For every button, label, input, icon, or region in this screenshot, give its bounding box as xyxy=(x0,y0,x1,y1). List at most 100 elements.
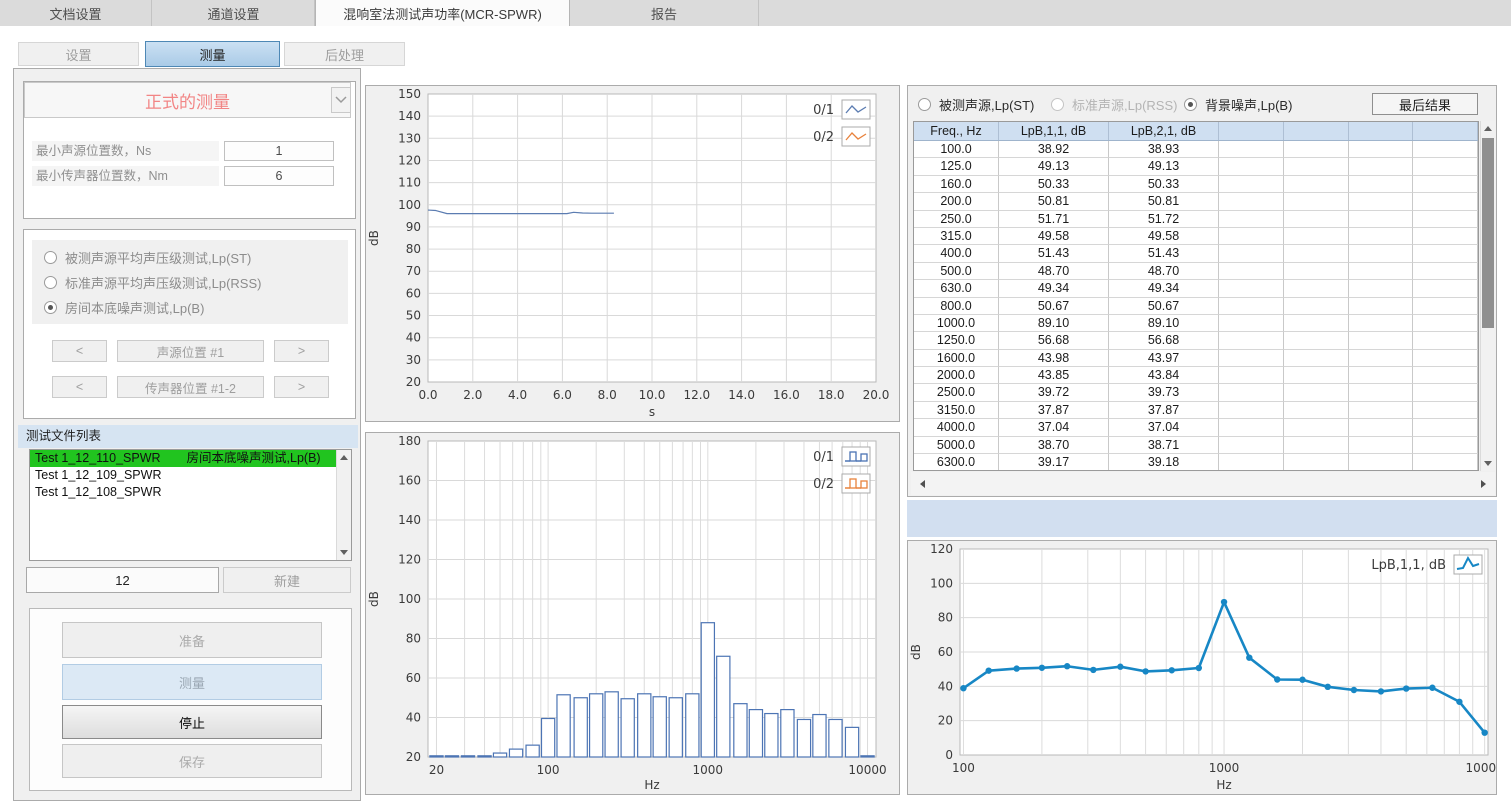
table-cell xyxy=(1284,454,1349,471)
table-row[interactable]: 315.049.5849.58 xyxy=(914,228,1478,245)
table-cell xyxy=(1349,437,1414,454)
subtab-settings[interactable]: 设置 xyxy=(18,42,139,66)
min-source-positions-field[interactable]: 1 xyxy=(224,141,334,161)
table-header-cell[interactable] xyxy=(1284,122,1349,140)
scroll-right-icon[interactable] xyxy=(1476,476,1491,491)
radio-circle-icon[interactable] xyxy=(1051,98,1064,111)
new-file-button[interactable]: 新建 xyxy=(223,567,351,593)
table-header-cell[interactable]: Freq., Hz xyxy=(914,122,999,140)
svg-text:20.0: 20.0 xyxy=(863,388,890,402)
svg-text:Hz: Hz xyxy=(644,778,659,792)
table-row[interactable]: 3150.037.8737.87 xyxy=(914,402,1478,419)
radio-lp-rss[interactable]: 标准声源平均声压级测试,Lp(RSS) xyxy=(44,273,261,291)
tab-document-settings[interactable]: 文档设置 xyxy=(0,0,152,26)
tab-report[interactable]: 报告 xyxy=(570,0,759,26)
list-item[interactable]: Test 1_12_108_SPWR xyxy=(30,484,351,501)
scrollbar-thumb[interactable] xyxy=(1482,138,1494,328)
table-cell xyxy=(1284,384,1349,401)
source-position-button[interactable]: 声源位置 #1 xyxy=(117,340,264,362)
radio-circle-icon[interactable] xyxy=(918,98,931,111)
table-vertical-scrollbar[interactable] xyxy=(1480,121,1495,471)
tab-channel-settings[interactable]: 通道设置 xyxy=(153,0,315,26)
table-row[interactable]: 1000.089.1089.10 xyxy=(914,315,1478,332)
scroll-down-icon[interactable] xyxy=(337,545,351,560)
table-row[interactable]: 500.048.7048.70 xyxy=(914,263,1478,280)
table-row[interactable]: 160.050.3350.33 xyxy=(914,176,1478,193)
table-horizontal-scrollbar[interactable] xyxy=(911,472,1495,495)
table-row[interactable]: 250.051.7151.72 xyxy=(914,211,1478,228)
svg-text:8.0: 8.0 xyxy=(598,388,617,402)
table-cell xyxy=(1413,263,1478,280)
save-button[interactable]: 保存 xyxy=(62,744,322,778)
table-row[interactable]: 630.049.3449.34 xyxy=(914,280,1478,297)
table-row[interactable]: 1600.043.9843.97 xyxy=(914,350,1478,367)
table-header-cell[interactable] xyxy=(1413,122,1478,140)
svg-text:70: 70 xyxy=(406,264,421,278)
table-row[interactable]: 6300.039.1739.18 xyxy=(914,454,1478,471)
result-radio-lp-st[interactable]: 被测声源,Lp(ST) xyxy=(918,95,1034,113)
table-header-cell[interactable] xyxy=(1349,122,1414,140)
table-cell: 38.70 xyxy=(999,437,1109,454)
table-cell: 39.17 xyxy=(999,454,1109,471)
measure-mode-dropdown[interactable]: 正式的测量 xyxy=(24,82,351,118)
stop-button[interactable]: 停止 xyxy=(62,705,322,739)
radio-circle-icon[interactable] xyxy=(1184,98,1197,111)
table-cell xyxy=(1349,350,1414,367)
tab-mcr-spwr[interactable]: 混响室法测试声功率(MCR-SPWR) xyxy=(315,0,570,26)
table-header-cell[interactable]: LpB,1,1, dB xyxy=(999,122,1109,140)
table-cell: 1000.0 xyxy=(914,315,999,332)
mic-position-prev-button[interactable]: < xyxy=(52,376,107,398)
table-row[interactable]: 400.051.4351.43 xyxy=(914,245,1478,262)
list-item[interactable]: Test 1_12_109_SPWR xyxy=(30,467,351,484)
table-header-cell[interactable]: LpB,2,1, dB xyxy=(1109,122,1219,140)
scroll-up-icon[interactable] xyxy=(1481,121,1495,136)
scroll-down-icon[interactable] xyxy=(1481,456,1495,471)
result-radio-lp-b[interactable]: 背景噪声,Lp(B) xyxy=(1184,95,1292,113)
subtab-measure[interactable]: 测量 xyxy=(145,41,280,67)
svg-text:160: 160 xyxy=(398,474,421,488)
source-position-next-button[interactable]: > xyxy=(274,340,329,362)
table-cell xyxy=(1284,141,1349,158)
radio-circle-icon[interactable] xyxy=(44,276,57,289)
radio-circle-icon[interactable] xyxy=(44,251,57,264)
min-mic-positions-field[interactable]: 6 xyxy=(224,166,334,186)
table-row[interactable]: 4000.037.0437.04 xyxy=(914,419,1478,436)
table-row[interactable]: 100.038.9238.93 xyxy=(914,141,1478,158)
table-row[interactable]: 125.049.1349.13 xyxy=(914,158,1478,175)
table-row[interactable]: 200.050.8150.81 xyxy=(914,193,1478,210)
table-row[interactable]: 5000.038.7038.71 xyxy=(914,437,1478,454)
table-cell: 39.73 xyxy=(1109,384,1219,401)
table-cell xyxy=(1284,245,1349,262)
final-result-button[interactable]: 最后结果 xyxy=(1372,93,1478,115)
table-row[interactable]: 1250.056.6856.68 xyxy=(914,332,1478,349)
prepare-button[interactable]: 准备 xyxy=(62,622,322,658)
table-row[interactable]: 2500.039.7239.73 xyxy=(914,384,1478,401)
table-cell: 48.70 xyxy=(999,263,1109,280)
table-row[interactable]: 2000.043.8543.84 xyxy=(914,367,1478,384)
table-cell: 37.04 xyxy=(1109,419,1219,436)
test-file-list[interactable]: Test 1_12_110_SPWR房间本底噪声测试,Lp(B)Test 1_1… xyxy=(29,449,352,561)
svg-text:12.0: 12.0 xyxy=(683,388,710,402)
file-count-button[interactable]: 12 xyxy=(26,567,219,593)
subtab-postprocess[interactable]: 后处理 xyxy=(284,42,405,66)
radio-lp-b[interactable]: 房间本底噪声测试,Lp(B) xyxy=(44,298,204,316)
source-position-prev-button[interactable]: < xyxy=(52,340,107,362)
table-cell xyxy=(1219,298,1284,315)
radio-circle-icon[interactable] xyxy=(44,301,57,314)
table-row[interactable]: 800.050.6750.67 xyxy=(914,298,1478,315)
list-scrollbar[interactable] xyxy=(336,450,351,560)
table-cell: 125.0 xyxy=(914,158,999,175)
test-type-radio-group: 被测声源平均声压级测试,Lp(ST) 标准声源平均声压级测试,Lp(RSS) 房… xyxy=(32,240,348,324)
table-cell: 400.0 xyxy=(914,245,999,262)
list-item[interactable]: Test 1_12_110_SPWR房间本底噪声测试,Lp(B) xyxy=(30,450,351,467)
radio-lp-st[interactable]: 被测声源平均声压级测试,Lp(ST) xyxy=(44,248,251,266)
chevron-down-icon[interactable] xyxy=(331,87,351,113)
mic-position-next-button[interactable]: > xyxy=(274,376,329,398)
min-mic-positions-label: 最小传声器位置数，Nm xyxy=(32,166,219,186)
measure-button[interactable]: 测量 xyxy=(62,664,322,700)
scroll-up-icon[interactable] xyxy=(337,450,351,465)
result-radio-lp-rss[interactable]: 标准声源,Lp(RSS) xyxy=(1051,95,1177,113)
scroll-left-icon[interactable] xyxy=(915,476,930,491)
mic-position-button[interactable]: 传声器位置 #1-2 xyxy=(117,376,264,398)
table-header-cell[interactable] xyxy=(1219,122,1284,140)
